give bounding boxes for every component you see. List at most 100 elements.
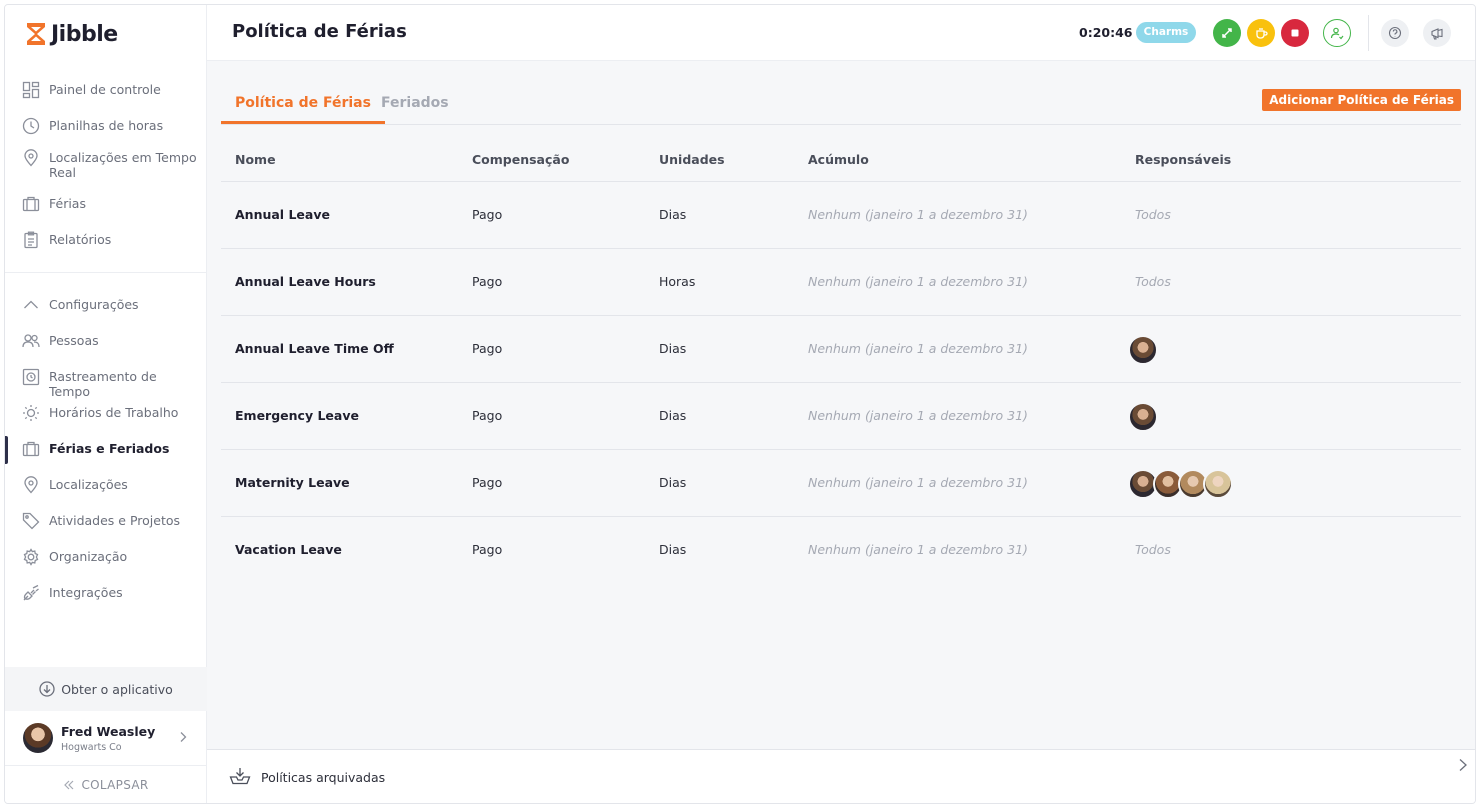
sidebar-item-label: Painel de controle <box>49 82 161 97</box>
header-divider <box>1368 15 1369 51</box>
user-profile[interactable]: Fred Weasley Hogwarts Co <box>5 711 207 765</box>
accrual-cell: Nenhum (janeiro 1 a dezembro 31) <box>808 542 1028 557</box>
sidebar-item-label: Férias e Feriados <box>49 441 170 456</box>
avatar <box>23 723 53 753</box>
get-app-button[interactable]: Obter o aplicativo <box>5 667 207 711</box>
column-header-assignees[interactable]: Responsáveis <box>1135 152 1231 167</box>
suitcase-icon <box>21 440 41 458</box>
sidebar-item-integrations[interactable]: Integrações <box>21 584 201 602</box>
accrual-cell: Nenhum (janeiro 1 a dezembro 31) <box>808 341 1028 356</box>
sidebar-item-activities-projects[interactable]: Atividades e Projetos <box>21 512 201 530</box>
table-header: Nome Compensação Unidades Acúmulo Respon… <box>221 125 1461 182</box>
sidebar-item-timesheets[interactable]: Planilhas de horas <box>21 117 201 135</box>
double-chevron-left-icon <box>64 780 74 789</box>
avatar[interactable] <box>1128 335 1158 365</box>
compensation-cell: Pago <box>472 341 503 356</box>
sidebar-item-leave-holidays[interactable]: Férias e Feriados <box>21 440 201 458</box>
column-header-compensation[interactable]: Compensação <box>472 152 569 167</box>
person-clock-icon <box>1330 27 1344 40</box>
notifications-button[interactable] <box>1423 19 1451 47</box>
chevron-right-icon <box>180 732 187 742</box>
table-row[interactable]: Maternity Leave Pago Dias Nenhum (janeir… <box>221 450 1461 517</box>
column-header-accrual[interactable]: Acúmulo <box>808 152 869 167</box>
sidebar-item-reports[interactable]: Relatórios <box>21 231 201 249</box>
accrual-cell: Nenhum (janeiro 1 a dezembro 31) <box>808 408 1028 423</box>
stop-icon <box>1291 29 1299 37</box>
sidebar-item-dashboard[interactable]: Painel de controle <box>21 81 201 99</box>
units-cell: Dias <box>659 207 687 222</box>
clipboard-icon <box>21 231 41 249</box>
policy-name: Annual Leave <box>235 207 330 222</box>
table-row[interactable]: Annual Leave Time Off Pago Dias Nenhum (… <box>221 316 1461 383</box>
sidebar-item-label: Integrações <box>49 585 123 600</box>
tab-holidays[interactable]: Feriados <box>367 93 463 124</box>
sidebar-item-work-schedules[interactable]: Horários de Trabalho <box>21 404 201 422</box>
sidebar-item-label: Localizações em Tempo Real <box>49 150 197 180</box>
page-title: Política de Férias <box>232 21 407 42</box>
sidebar-item-people[interactable]: Pessoas <box>21 332 201 350</box>
sidebar-item-label: Organização <box>49 549 128 564</box>
sidebar-item-organization[interactable]: Organização <box>21 548 201 566</box>
compensation-cell: Pago <box>472 408 503 423</box>
table-row[interactable]: Annual Leave Pago Dias Nenhum (janeiro 1… <box>221 182 1461 249</box>
user-name: Fred Weasley <box>61 723 156 739</box>
download-icon <box>39 681 55 697</box>
assignees-cell: Todos <box>1135 274 1171 289</box>
units-cell: Horas <box>659 274 696 289</box>
collapse-sidebar-button[interactable]: COLAPSAR <box>5 765 207 803</box>
archived-policies-bar[interactable]: Políticas arquivadas <box>207 749 1475 803</box>
suitcase-icon <box>21 195 41 213</box>
chevron-right-icon <box>1459 759 1467 771</box>
assignee-avatars[interactable] <box>1128 335 1158 365</box>
table-row[interactable]: Emergency Leave Pago Dias Nenhum (janeir… <box>221 383 1461 450</box>
column-header-name[interactable]: Nome <box>235 152 276 167</box>
table-row[interactable]: Vacation Leave Pago Dias Nenhum (janeiro… <box>221 517 1461 584</box>
archive-tray-icon <box>229 768 251 785</box>
jibble-logo[interactable]: Jibble <box>25 21 118 47</box>
clock-in-button[interactable] <box>1323 19 1351 47</box>
stop-timer-button[interactable] <box>1281 19 1309 47</box>
assignee-avatars[interactable] <box>1128 469 1233 499</box>
get-app-label: Obter o aplicativo <box>61 681 173 697</box>
gear-icon <box>21 548 41 566</box>
units-cell: Dias <box>659 341 687 356</box>
sidebar-item-time-tracking[interactable]: Rastreamento de Tempo <box>21 368 201 399</box>
sidebar-settings-toggle[interactable]: Configurações <box>21 296 201 314</box>
archived-policies-label: Políticas arquivadas <box>261 770 386 785</box>
avatar[interactable] <box>1128 402 1158 432</box>
sidebar-item-label: Horários de Trabalho <box>49 405 179 420</box>
chevron-up-icon <box>21 296 41 314</box>
collapse-label: COLAPSAR <box>81 777 149 792</box>
add-leave-policy-button[interactable]: Adicionar Política de Férias <box>1262 89 1461 111</box>
help-button[interactable] <box>1381 19 1409 47</box>
sidebar-item-leave[interactable]: Férias <box>21 195 201 213</box>
policy-name: Vacation Leave <box>235 542 342 557</box>
dashboard-icon <box>21 81 41 99</box>
sun-icon <box>21 404 41 422</box>
tab-leave-policies[interactable]: Política de Férias <box>221 93 385 124</box>
sidebar-item-locations[interactable]: Localizações <box>21 476 201 494</box>
policy-name: Maternity Leave <box>235 475 350 490</box>
units-cell: Dias <box>659 542 687 557</box>
top-header: Política de Férias 0:20:46 Charms <box>207 5 1475 61</box>
sidebar-item-label: Pessoas <box>49 333 99 348</box>
sidebar-item-live-locations[interactable]: Localizações em Tempo Real <box>21 149 201 180</box>
main-content: Política de Férias Feriados Adicionar Po… <box>207 61 1475 749</box>
time-tracking-icon <box>21 368 41 386</box>
sidebar-item-label: Planilhas de horas <box>49 118 164 133</box>
tag-icon <box>21 512 41 530</box>
avatar[interactable] <box>1203 469 1233 499</box>
active-indicator <box>5 436 8 464</box>
accrual-cell: Nenhum (janeiro 1 a dezembro 31) <box>808 274 1028 289</box>
sidebar-item-label: Localizações <box>49 477 128 492</box>
question-icon <box>1388 26 1402 40</box>
column-header-units[interactable]: Unidades <box>659 152 725 167</box>
assignees-cell: Todos <box>1135 542 1171 557</box>
switch-activity-button[interactable] <box>1213 19 1241 47</box>
assignee-avatars[interactable] <box>1128 402 1158 432</box>
sidebar-divider <box>5 272 207 273</box>
app-window: Jibble Painel de controle Planilhas de h… <box>4 4 1476 804</box>
break-button[interactable] <box>1247 19 1275 47</box>
activity-badge[interactable]: Charms <box>1136 22 1196 43</box>
table-row[interactable]: Annual Leave Hours Pago Horas Nenhum (ja… <box>221 249 1461 316</box>
